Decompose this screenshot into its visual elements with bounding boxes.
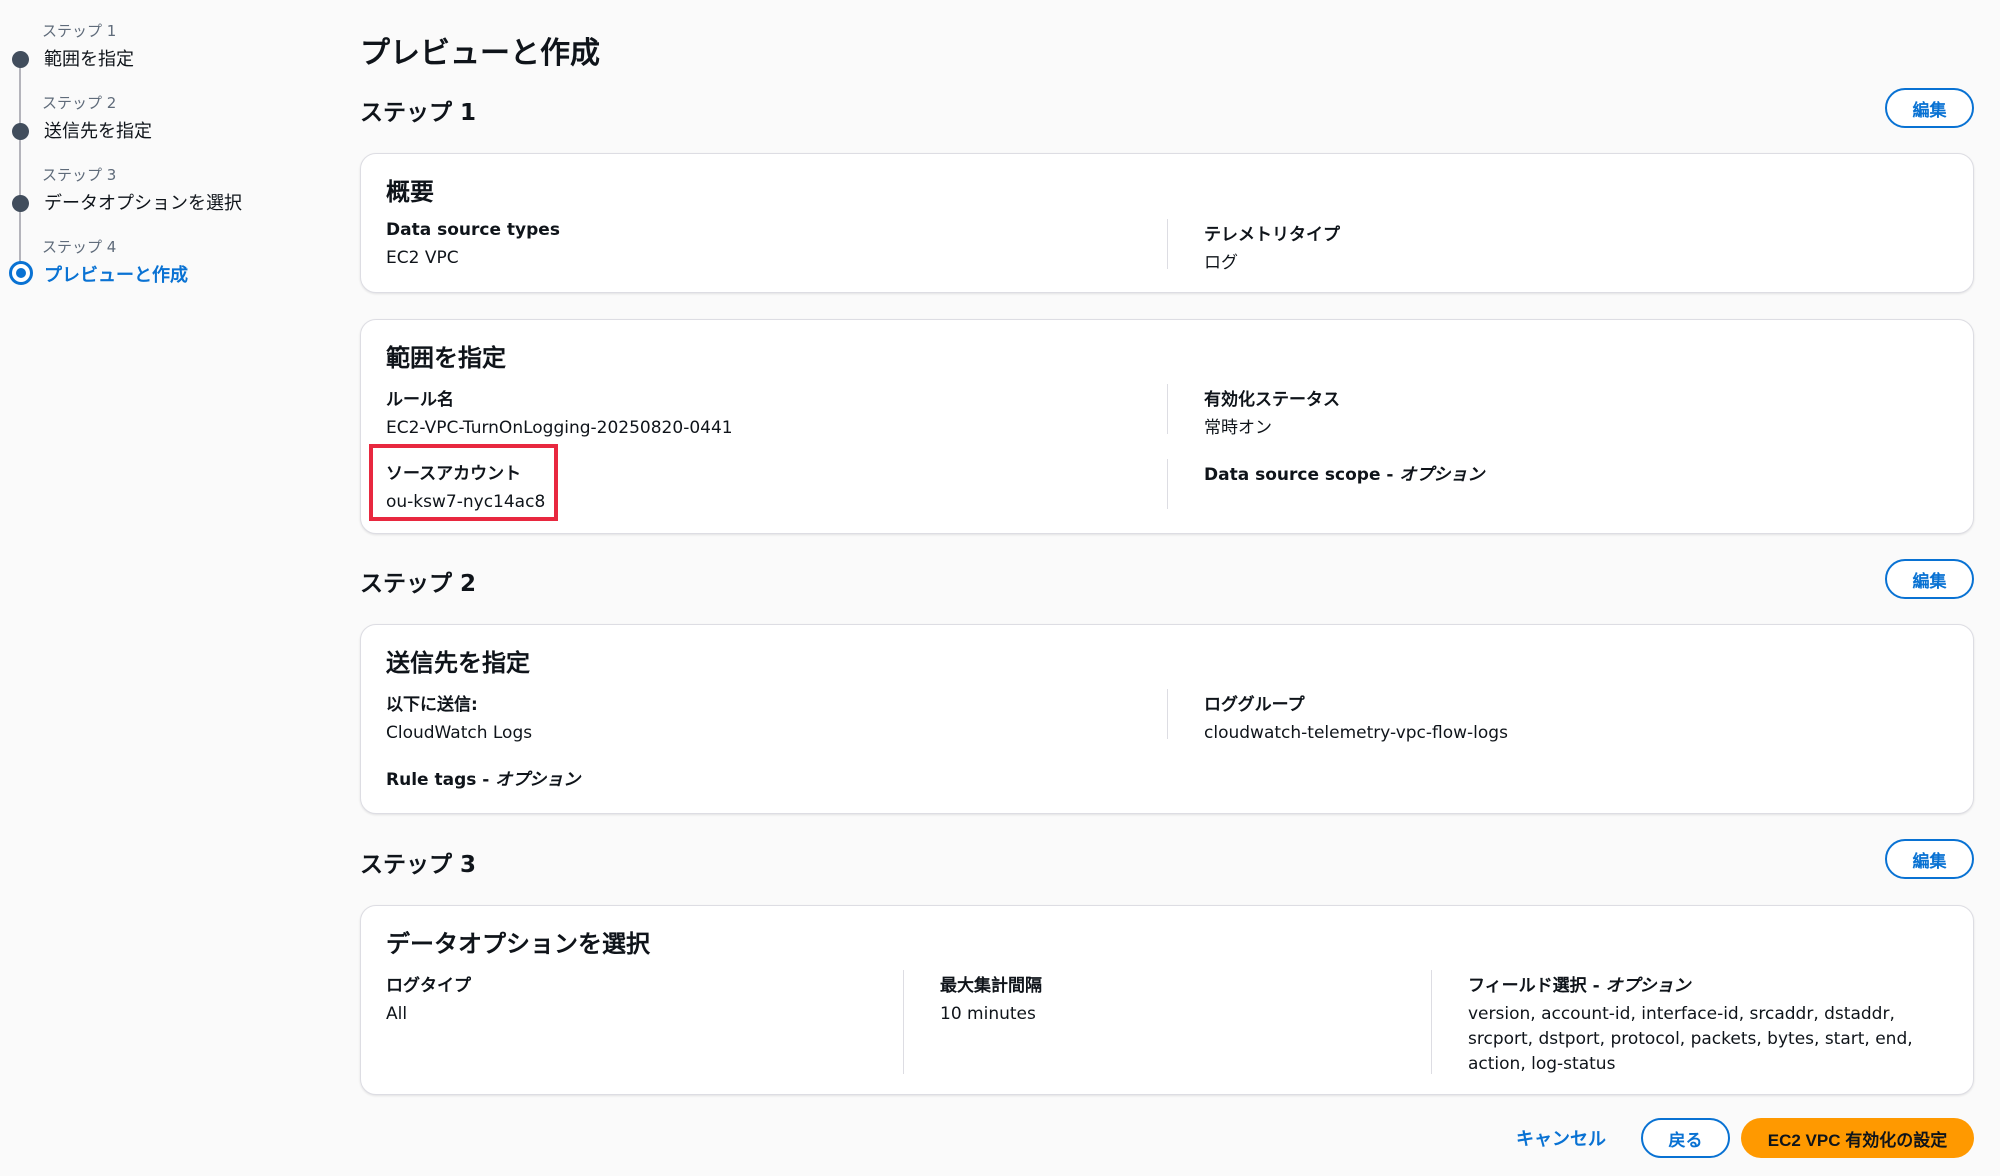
wizard-step-2[interactable]: ステップ 2 送信先を指定: [0, 92, 320, 152]
rule-tags-label-text: Rule tags -: [386, 770, 496, 790]
activation-status-field: 有効化ステータス 常時オン: [1204, 385, 1340, 441]
log-type-label: ログタイプ: [386, 976, 471, 996]
scope-title: 範囲を指定: [386, 344, 506, 372]
step-3-edit-button[interactable]: 編集: [1885, 839, 1974, 879]
rule-tags-field: Rule tags - オプション: [386, 765, 580, 790]
step-4-name: プレビューと作成: [44, 265, 188, 286]
step-2-name[interactable]: 送信先を指定: [44, 117, 152, 143]
telemetry-type-label: テレメトリタイプ: [1204, 225, 1340, 245]
data-source-scope-field: Data source scope - オプション: [1204, 460, 1484, 485]
step-1-name[interactable]: 範囲を指定: [44, 45, 134, 71]
column-divider: [1167, 219, 1168, 269]
destination-title: 送信先を指定: [386, 649, 530, 677]
rule-name-label: ルール名: [386, 390, 454, 410]
data-options-title: データオプションを選択: [386, 930, 650, 958]
optional-tag: オプション: [1605, 976, 1691, 996]
step-3-dot-icon: [12, 195, 29, 212]
max-aggregation-interval-field: 最大集計間隔 10 minutes: [940, 971, 1042, 1027]
step-2-number: ステップ 2: [42, 94, 117, 112]
step-3-name[interactable]: データオプションを選択: [44, 189, 242, 215]
step-2-dot-icon: [12, 123, 29, 140]
data-options-card: データオプションを選択 ログタイプ All 最大集計間隔 10 minutes …: [360, 905, 1974, 1095]
step-4-active-dot-icon: [9, 261, 33, 285]
source-account-field: ソースアカウント ou-ksw7-nyc14ac8: [386, 459, 545, 515]
send-to-value: CloudWatch Logs: [386, 723, 533, 743]
destination-card: 送信先を指定 以下に送信: CloudWatch Logs ロググループ clo…: [360, 624, 1974, 814]
column-divider: [903, 970, 904, 1074]
rule-tags-label: Rule tags - オプション: [386, 765, 580, 790]
activation-status-value: 常時オン: [1204, 418, 1272, 438]
step-4-number: ステップ 4: [42, 238, 117, 256]
log-type-value: All: [386, 1004, 408, 1024]
data-source-types-field: Data source types EC2 VPC: [386, 220, 560, 271]
telemetry-type-value: ログ: [1204, 253, 1238, 273]
rule-name-value: EC2-VPC-TurnOnLogging-20250820-0441: [386, 418, 733, 438]
field-selection-label: フィールド選択 - オプション: [1468, 971, 1948, 996]
field-selection-value: version, account-id, interface-id, srcad…: [1468, 1004, 1913, 1074]
activation-status-label: 有効化ステータス: [1204, 390, 1340, 410]
column-divider: [1167, 459, 1168, 509]
column-divider: [1431, 970, 1432, 1074]
field-selection-label-text: フィールド選択 -: [1468, 976, 1606, 996]
log-group-field: ロググループ cloudwatch-telemetry-vpc-flow-log…: [1204, 690, 1508, 746]
max-aggregation-interval-value: 10 minutes: [940, 1004, 1036, 1024]
rule-name-field: ルール名 EC2-VPC-TurnOnLogging-20250820-0441: [386, 385, 733, 441]
back-button[interactable]: 戻る: [1641, 1118, 1730, 1158]
step-3-number: ステップ 3: [42, 166, 117, 184]
send-to-field: 以下に送信: CloudWatch Logs: [386, 690, 532, 746]
wizard-step-4: ステップ 4 プレビューと作成: [0, 236, 320, 296]
field-selection-field: フィールド選択 - オプション version, account-id, int…: [1468, 971, 1948, 1077]
optional-tag: オプション: [495, 770, 581, 790]
telemetry-type-field: テレメトリタイプ ログ: [1204, 220, 1340, 276]
data-source-types-label: Data source types: [386, 220, 560, 240]
log-group-value: cloudwatch-telemetry-vpc-flow-logs: [1204, 723, 1508, 743]
step-1-dot-icon: [12, 51, 29, 68]
data-source-types-value: EC2 VPC: [386, 248, 459, 268]
column-divider: [1167, 384, 1168, 434]
column-divider: [1167, 689, 1168, 739]
step-3-heading: ステップ 3: [360, 852, 477, 878]
data-source-scope-label-text: Data source scope -: [1204, 465, 1400, 485]
log-type-field: ログタイプ All: [386, 971, 471, 1027]
max-aggregation-interval-label: 最大集計間隔: [940, 976, 1042, 996]
optional-tag: オプション: [1399, 465, 1485, 485]
step-1-number: ステップ 1: [42, 22, 117, 40]
send-to-label: 以下に送信:: [386, 695, 478, 715]
step-1-edit-button[interactable]: 編集: [1885, 88, 1974, 128]
source-account-value: ou-ksw7-nyc14ac8: [386, 492, 546, 512]
step-1-heading: ステップ 1: [360, 100, 477, 126]
step-2-edit-button[interactable]: 編集: [1885, 559, 1974, 599]
step-2-heading: ステップ 2: [360, 571, 477, 597]
cancel-link[interactable]: キャンセル: [1516, 1125, 1606, 1151]
page-title: プレビューと作成: [360, 36, 600, 71]
log-group-label: ロググループ: [1204, 695, 1305, 715]
overview-card: 概要 Data source types EC2 VPC テレメトリタイプ ログ: [360, 153, 1974, 293]
data-source-scope-label: Data source scope - オプション: [1204, 460, 1484, 485]
source-account-label: ソースアカウント: [386, 464, 522, 484]
wizard-steps-nav: ステップ 1 範囲を指定 ステップ 2 送信先を指定 ステップ 3 データオプシ…: [0, 0, 330, 1176]
scope-card: 範囲を指定 ルール名 EC2-VPC-TurnOnLogging-2025082…: [360, 319, 1974, 534]
wizard-step-1[interactable]: ステップ 1 範囲を指定: [0, 20, 320, 80]
configure-ec2-vpc-button[interactable]: EC2 VPC 有効化の設定: [1741, 1118, 1974, 1158]
wizard-step-3[interactable]: ステップ 3 データオプションを選択: [0, 164, 320, 224]
overview-title: 概要: [386, 178, 434, 206]
